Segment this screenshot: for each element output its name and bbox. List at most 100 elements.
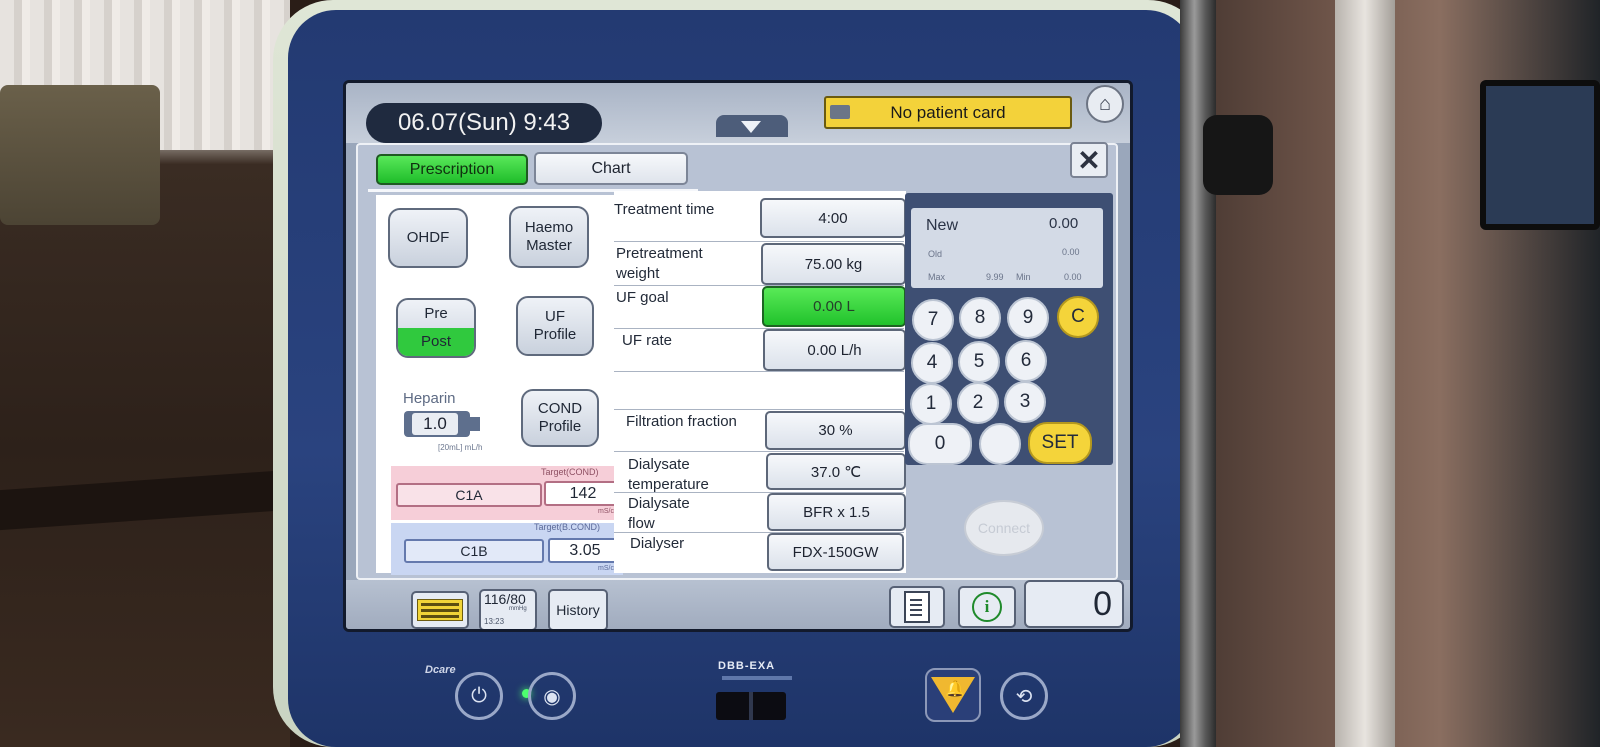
c1a-button[interactable]: C1A: [396, 483, 542, 507]
target-bcond-label: Target(B.COND): [534, 522, 601, 532]
heparin-value[interactable]: 1.0: [412, 413, 458, 435]
haemo-master-button[interactable]: Haemo Master: [509, 206, 589, 268]
key-1[interactable]: 1: [910, 383, 952, 425]
param-label-uf-goal: UF goal: [616, 289, 669, 306]
param-label-dialysate-flow: Dialysate flow: [628, 495, 690, 532]
model-underline: [722, 676, 792, 680]
model-label: DBB-EXA: [718, 660, 776, 672]
param-label-filtration-fraction: Filtration fraction: [626, 413, 737, 430]
param-label-dialysate-temperature: Dialysate temperature: [628, 456, 709, 493]
max-value: 9.99: [986, 272, 1004, 282]
key-6[interactable]: 6: [1005, 340, 1047, 382]
param-label-uf-rate: UF rate: [622, 332, 673, 349]
param-label-pretreatment-weight: Pretreatment weight: [616, 245, 703, 282]
heparin-unit: [20mL] mL/h: [438, 443, 483, 452]
patient-card-status[interactable]: No patient card: [824, 96, 1072, 129]
key-8[interactable]: 8: [959, 297, 1001, 339]
info-button[interactable]: i: [958, 586, 1016, 628]
param-value-uf-goal[interactable]: 0.00 L: [762, 286, 906, 327]
param-divider: [614, 371, 904, 372]
min-label: Min: [1016, 272, 1031, 282]
history-button[interactable]: History: [548, 589, 608, 629]
old-label: Old: [928, 249, 943, 259]
param-label-treatment-time: Treatment time: [614, 201, 715, 218]
counter-display: 0: [1024, 580, 1124, 628]
key-7[interactable]: 7: [912, 299, 954, 341]
param-value-uf-rate[interactable]: 0.00 L/h: [763, 329, 906, 371]
key-clear[interactable]: C: [1057, 296, 1099, 338]
iv-pole-clamp: [1203, 115, 1273, 195]
connect-button[interactable]: Connect: [964, 500, 1044, 556]
uf-profile-label: UF Profile: [533, 308, 577, 343]
card-icon: [830, 105, 850, 119]
cond-a-value[interactable]: 142: [544, 481, 622, 506]
key-9[interactable]: 9: [1007, 297, 1049, 339]
home-icon: ⌂: [1098, 92, 1112, 115]
close-button[interactable]: ✕: [1070, 142, 1108, 178]
param-value-dialyser[interactable]: FDX-150GW: [767, 533, 904, 571]
power-button[interactable]: ⏻: [455, 672, 503, 720]
c1b-button[interactable]: C1B: [404, 539, 544, 563]
key-0[interactable]: 0: [908, 423, 972, 465]
tab-prescription[interactable]: Prescription: [376, 154, 528, 185]
heparin-label: Heparin: [403, 390, 456, 407]
param-label-dialyser: Dialyser: [630, 535, 685, 552]
bp-time: 13:23: [484, 617, 505, 626]
iv-pole: [1180, 0, 1216, 747]
background-frame: [1335, 0, 1395, 747]
param-value-treatment-time[interactable]: 4:00: [760, 198, 906, 238]
cond-profile-button[interactable]: COND Profile: [521, 389, 599, 447]
standby-button[interactable]: ◉: [528, 672, 576, 720]
alarm-icon: 🔔: [931, 677, 975, 713]
syringe-plunger-icon: [468, 417, 480, 431]
key-3[interactable]: 3: [1004, 381, 1046, 423]
key-5[interactable]: 5: [958, 341, 1000, 383]
max-label: Max: [928, 272, 946, 282]
document-button[interactable]: [889, 586, 945, 628]
cond-b-value[interactable]: 3.05: [548, 538, 622, 563]
pre-option[interactable]: Pre: [398, 300, 474, 328]
param-value-filtration-fraction[interactable]: 30 %: [765, 411, 906, 450]
pre-post-toggle[interactable]: Pre Post: [396, 298, 476, 358]
bp-value: 116/80: [484, 591, 526, 607]
background-monitor: [1480, 80, 1600, 230]
param-divider: [614, 241, 904, 242]
bp-unit: mmHg: [509, 606, 527, 612]
background-table: [0, 85, 160, 225]
monitor-icon-lines: [421, 603, 459, 606]
key-set[interactable]: SET: [1028, 422, 1092, 464]
post-option[interactable]: Post: [398, 328, 474, 356]
mute-icon: ⟲: [1015, 685, 1033, 708]
cond-profile-label: COND Profile: [537, 400, 583, 435]
new-value: 0.00: [1049, 215, 1079, 232]
mute-button[interactable]: ⟲: [1000, 672, 1048, 720]
home-button[interactable]: ⌂: [1086, 85, 1124, 123]
document-icon: [904, 591, 930, 623]
param-value-dialysate-temperature[interactable]: 37.0 ℃: [766, 453, 906, 490]
standby-icon: ◉: [543, 685, 561, 708]
haemo-master-label: Haemo Master: [524, 219, 574, 254]
tab-chart[interactable]: Chart: [534, 152, 688, 185]
old-value: 0.00: [1062, 247, 1080, 257]
target-cond-label: Target(COND): [541, 467, 599, 477]
param-value-pretreatment-weight[interactable]: 75.00 kg: [761, 243, 906, 285]
card-slot[interactable]: [716, 692, 786, 720]
param-divider: [614, 451, 904, 452]
param-value-dialysate-flow[interactable]: BFR x 1.5: [767, 493, 906, 531]
info-icon: i: [972, 592, 1002, 622]
touch-screen: 06.07(Sun) 9:43 No patient card ⌂ Prescr…: [343, 80, 1133, 632]
key-decimal[interactable]: [979, 423, 1021, 465]
uf-profile-button[interactable]: UF Profile: [516, 296, 594, 356]
power-icon: ⏻: [471, 684, 487, 707]
key-4[interactable]: 4: [911, 342, 953, 384]
key-2[interactable]: 2: [957, 382, 999, 424]
param-divider: [614, 409, 904, 410]
brand-label: Dcare: [425, 664, 456, 676]
new-label: New: [926, 217, 959, 234]
close-icon: ✕: [1077, 144, 1101, 176]
datetime-display: 06.07(Sun) 9:43: [366, 103, 602, 143]
chevron-down-icon[interactable]: [741, 121, 761, 133]
alarm-button[interactable]: 🔔: [925, 668, 981, 722]
ohdf-button[interactable]: OHDF: [388, 208, 468, 268]
min-value: 0.00: [1064, 272, 1082, 282]
